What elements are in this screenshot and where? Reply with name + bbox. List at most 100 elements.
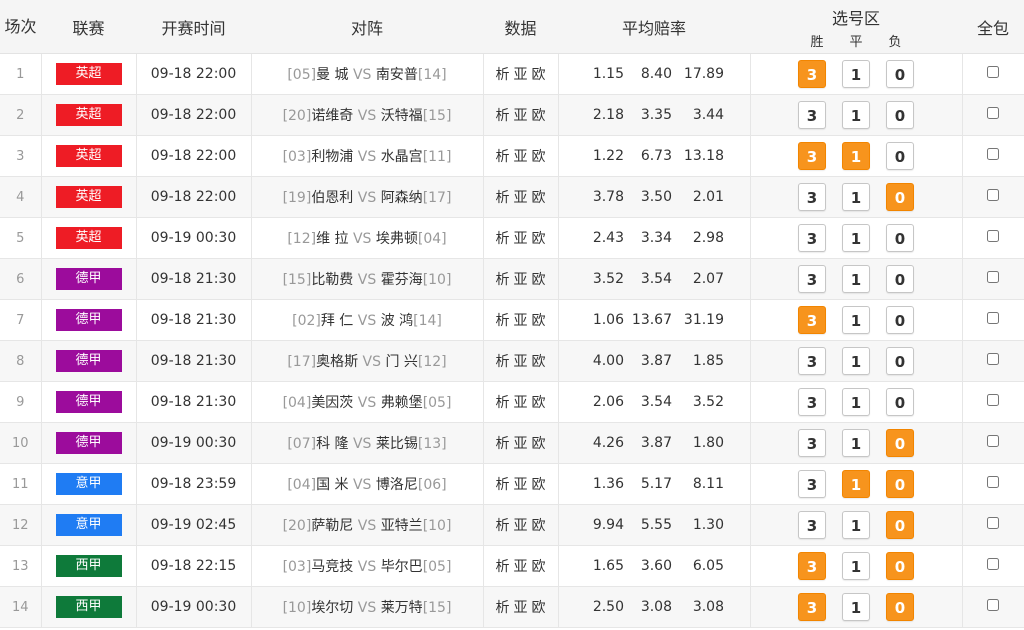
- pick-lose-button[interactable]: 0: [886, 511, 914, 539]
- asian-odds-link[interactable]: 亚: [514, 559, 528, 575]
- away-team[interactable]: 莱比锡: [376, 436, 418, 452]
- pick-lose-button[interactable]: 0: [886, 593, 914, 621]
- pick-draw-button[interactable]: 1: [842, 429, 870, 457]
- select-all-checkbox[interactable]: [987, 312, 1000, 324]
- pick-draw-button[interactable]: 1: [842, 224, 870, 252]
- pick-win-button[interactable]: 3: [798, 347, 826, 375]
- away-team[interactable]: 埃弗顿: [376, 231, 418, 247]
- home-team[interactable]: 马竞技: [311, 559, 353, 575]
- euro-odds-link[interactable]: 欧: [532, 149, 546, 165]
- league-badge[interactable]: 英超: [55, 227, 122, 249]
- euro-odds-link[interactable]: 欧: [532, 272, 546, 288]
- asian-odds-link[interactable]: 亚: [514, 518, 528, 534]
- away-team[interactable]: 水晶宫: [381, 149, 423, 165]
- select-all-checkbox[interactable]: [987, 148, 1000, 160]
- asian-odds-link[interactable]: 亚: [514, 395, 528, 411]
- away-team[interactable]: 门 兴: [385, 354, 417, 370]
- pick-draw-button[interactable]: 1: [842, 306, 870, 334]
- analysis-link[interactable]: 析: [496, 477, 510, 493]
- pick-draw-button[interactable]: 1: [842, 142, 870, 170]
- league-badge[interactable]: 意甲: [55, 473, 122, 495]
- euro-odds-link[interactable]: 欧: [532, 190, 546, 206]
- pick-draw-button[interactable]: 1: [842, 552, 870, 580]
- league-badge[interactable]: 意甲: [55, 514, 122, 536]
- asian-odds-link[interactable]: 亚: [514, 436, 528, 452]
- select-all-checkbox[interactable]: [987, 394, 1000, 406]
- select-all-checkbox[interactable]: [987, 558, 1000, 570]
- pick-win-button[interactable]: 3: [798, 60, 826, 88]
- away-team[interactable]: 博洛尼: [376, 477, 418, 493]
- away-team[interactable]: 亚特兰: [381, 518, 423, 534]
- pick-draw-button[interactable]: 1: [842, 101, 870, 129]
- select-all-checkbox[interactable]: [987, 230, 1000, 242]
- league-badge[interactable]: 德甲: [55, 350, 122, 372]
- pick-win-button[interactable]: 3: [798, 183, 826, 211]
- select-all-checkbox[interactable]: [987, 189, 1000, 201]
- pick-lose-button[interactable]: 0: [886, 183, 914, 211]
- select-all-checkbox[interactable]: [987, 353, 1000, 365]
- asian-odds-link[interactable]: 亚: [514, 354, 528, 370]
- away-team[interactable]: 弗赖堡: [381, 395, 423, 411]
- analysis-link[interactable]: 析: [496, 67, 510, 83]
- home-team[interactable]: 美因茨: [311, 395, 353, 411]
- pick-win-button[interactable]: 3: [798, 265, 826, 293]
- asian-odds-link[interactable]: 亚: [514, 313, 528, 329]
- league-badge[interactable]: 英超: [55, 186, 122, 208]
- euro-odds-link[interactable]: 欧: [532, 231, 546, 247]
- league-badge[interactable]: 德甲: [55, 432, 122, 454]
- pick-draw-button[interactable]: 1: [842, 388, 870, 416]
- pick-lose-button[interactable]: 0: [886, 265, 914, 293]
- away-team[interactable]: 毕尔巴: [381, 559, 423, 575]
- euro-odds-link[interactable]: 欧: [532, 313, 546, 329]
- analysis-link[interactable]: 析: [496, 600, 510, 616]
- euro-odds-link[interactable]: 欧: [532, 436, 546, 452]
- euro-odds-link[interactable]: 欧: [532, 108, 546, 124]
- euro-odds-link[interactable]: 欧: [532, 600, 546, 616]
- select-all-checkbox[interactable]: [987, 517, 1000, 529]
- select-all-checkbox[interactable]: [987, 107, 1000, 119]
- pick-lose-button[interactable]: 0: [886, 142, 914, 170]
- pick-draw-button[interactable]: 1: [842, 470, 870, 498]
- away-team[interactable]: 南安普: [376, 67, 418, 83]
- league-badge[interactable]: 英超: [55, 145, 122, 167]
- euro-odds-link[interactable]: 欧: [532, 477, 546, 493]
- pick-win-button[interactable]: 3: [798, 142, 826, 170]
- home-team[interactable]: 维 拉: [316, 231, 348, 247]
- asian-odds-link[interactable]: 亚: [514, 231, 528, 247]
- pick-draw-button[interactable]: 1: [842, 593, 870, 621]
- home-team[interactable]: 利物浦: [311, 149, 353, 165]
- pick-draw-button[interactable]: 1: [842, 183, 870, 211]
- select-all-checkbox[interactable]: [987, 476, 1000, 488]
- pick-win-button[interactable]: 3: [798, 593, 826, 621]
- select-all-checkbox[interactable]: [987, 66, 1000, 78]
- analysis-link[interactable]: 析: [496, 149, 510, 165]
- home-team[interactable]: 萨勒尼: [311, 518, 353, 534]
- euro-odds-link[interactable]: 欧: [532, 67, 546, 83]
- asian-odds-link[interactable]: 亚: [514, 477, 528, 493]
- pick-lose-button[interactable]: 0: [886, 347, 914, 375]
- league-badge[interactable]: 英超: [55, 104, 122, 126]
- pick-draw-button[interactable]: 1: [842, 265, 870, 293]
- asian-odds-link[interactable]: 亚: [514, 600, 528, 616]
- euro-odds-link[interactable]: 欧: [532, 395, 546, 411]
- pick-lose-button[interactable]: 0: [886, 101, 914, 129]
- asian-odds-link[interactable]: 亚: [514, 108, 528, 124]
- pick-win-button[interactable]: 3: [798, 224, 826, 252]
- pick-win-button[interactable]: 3: [798, 306, 826, 334]
- pick-lose-button[interactable]: 0: [886, 388, 914, 416]
- home-team[interactable]: 科 隆: [316, 436, 348, 452]
- away-team[interactable]: 莱万特: [381, 600, 423, 616]
- pick-lose-button[interactable]: 0: [886, 306, 914, 334]
- league-badge[interactable]: 西甲: [55, 555, 122, 577]
- home-team[interactable]: 奥格斯: [316, 354, 358, 370]
- home-team[interactable]: 诺维奇: [311, 108, 353, 124]
- home-team[interactable]: 伯恩利: [311, 190, 353, 206]
- asian-odds-link[interactable]: 亚: [514, 67, 528, 83]
- home-team[interactable]: 比勒费: [311, 272, 353, 288]
- league-badge[interactable]: 西甲: [55, 596, 122, 618]
- pick-lose-button[interactable]: 0: [886, 60, 914, 88]
- analysis-link[interactable]: 析: [496, 436, 510, 452]
- league-badge[interactable]: 英超: [55, 63, 122, 85]
- select-all-checkbox[interactable]: [987, 599, 1000, 611]
- away-team[interactable]: 阿森纳: [381, 190, 423, 206]
